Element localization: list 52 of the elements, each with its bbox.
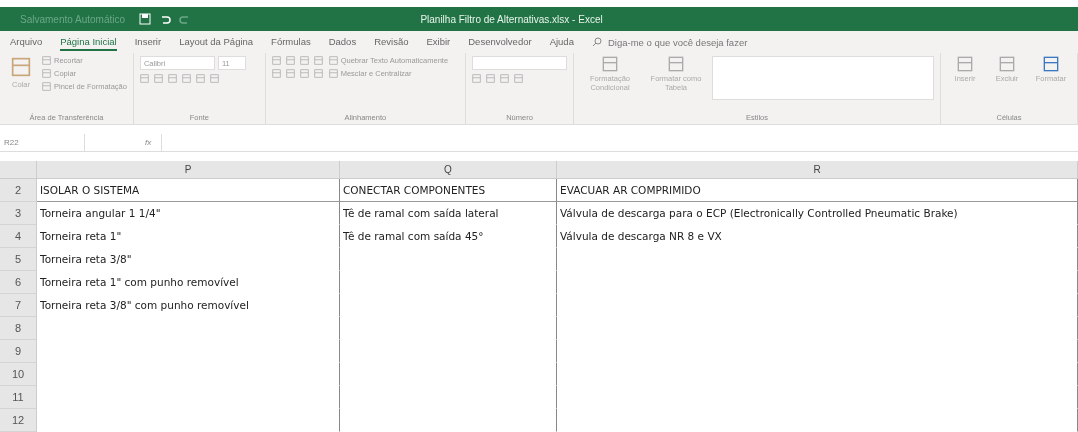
table-icon <box>1043 56 1059 73</box>
ribbon-tab[interactable]: Layout da Página <box>179 33 254 51</box>
number-format-field[interactable] <box>472 56 567 71</box>
row-header[interactable]: 12 <box>0 409 37 432</box>
cell-text: Tê de ramal com saída lateral <box>343 207 499 219</box>
column-header[interactable]: R <box>557 161 1078 179</box>
tell-me-field[interactable]: Diga-me o que você deseja fazer <box>605 35 780 49</box>
table-icon <box>668 56 684 73</box>
select-all-corner[interactable] <box>0 161 37 179</box>
ribbon-tab[interactable]: Arquivo <box>10 33 43 51</box>
row-header[interactable]: 2 <box>0 179 37 202</box>
column-header[interactable]: Q <box>340 161 557 179</box>
row-header[interactable]: 5 <box>0 248 37 271</box>
table-icon <box>999 56 1015 73</box>
cell-text: Torneira reta 3/8" com punho removível <box>40 299 249 311</box>
row-header[interactable]: 6 <box>0 271 37 294</box>
save-icon[interactable] <box>139 13 152 26</box>
ribbon-tab[interactable]: Ajuda <box>549 33 574 51</box>
undo-icon[interactable] <box>159 13 172 26</box>
cell-text: Válvula de descarga para o ECP (Electronically Controlled Pneumatic Brake) <box>560 207 958 219</box>
cell-text: Torneira reta 3/8" <box>40 253 132 265</box>
row-header[interactable]: 9 <box>0 340 37 363</box>
cell-text: Torneira angular 1 1/4" <box>40 207 161 219</box>
ribbon-tab[interactable]: Fórmulas <box>271 33 311 51</box>
search-icon <box>591 37 602 48</box>
cell-text: Tê de ramal com saída 45° <box>343 230 484 242</box>
table-icon <box>602 56 618 73</box>
cell-text: Válvula de descarga NR 8 e VX <box>560 230 722 242</box>
name-box[interactable]: R22 <box>0 134 85 151</box>
row-header[interactable]: 3 <box>0 202 37 225</box>
autosave-label: Salvamento Automático <box>20 13 126 25</box>
row-header[interactable]: 8 <box>0 317 37 340</box>
table-icon <box>957 56 973 73</box>
cell-text: ISOLAR O SISTEMA <box>40 184 140 196</box>
cell-text: Torneira reta 1" <box>40 230 122 242</box>
column-header[interactable]: P <box>37 161 340 179</box>
cell-text: Torneira reta 1" com punho removível <box>40 276 239 288</box>
row-header[interactable]: 7 <box>0 294 37 317</box>
ribbon-tab[interactable]: Exibir <box>426 33 451 51</box>
ribbon-tab[interactable]: Inserir <box>134 33 162 51</box>
cell-text: EVACUAR AR COMPRIMIDO <box>560 184 701 196</box>
row-header[interactable]: 11 <box>0 386 37 409</box>
ribbon-tab[interactable]: Dados <box>328 33 357 51</box>
styles-gallery[interactable] <box>712 56 934 101</box>
row-header[interactable]: 10 <box>0 363 37 386</box>
ribbon-tab[interactable]: Revisão <box>374 33 409 51</box>
ribbon-tab[interactable]: Desenvolvedor <box>468 33 532 51</box>
ribbon-tab[interactable]: Página Inicial <box>60 33 117 51</box>
window-title: Planilha Filtro de Alternativas.xlsx - Excel <box>420 13 603 25</box>
function-button[interactable]: fx <box>145 138 152 148</box>
row-header[interactable]: 4 <box>0 225 37 248</box>
cell-text: CONECTAR COMPONENTES <box>343 184 486 196</box>
